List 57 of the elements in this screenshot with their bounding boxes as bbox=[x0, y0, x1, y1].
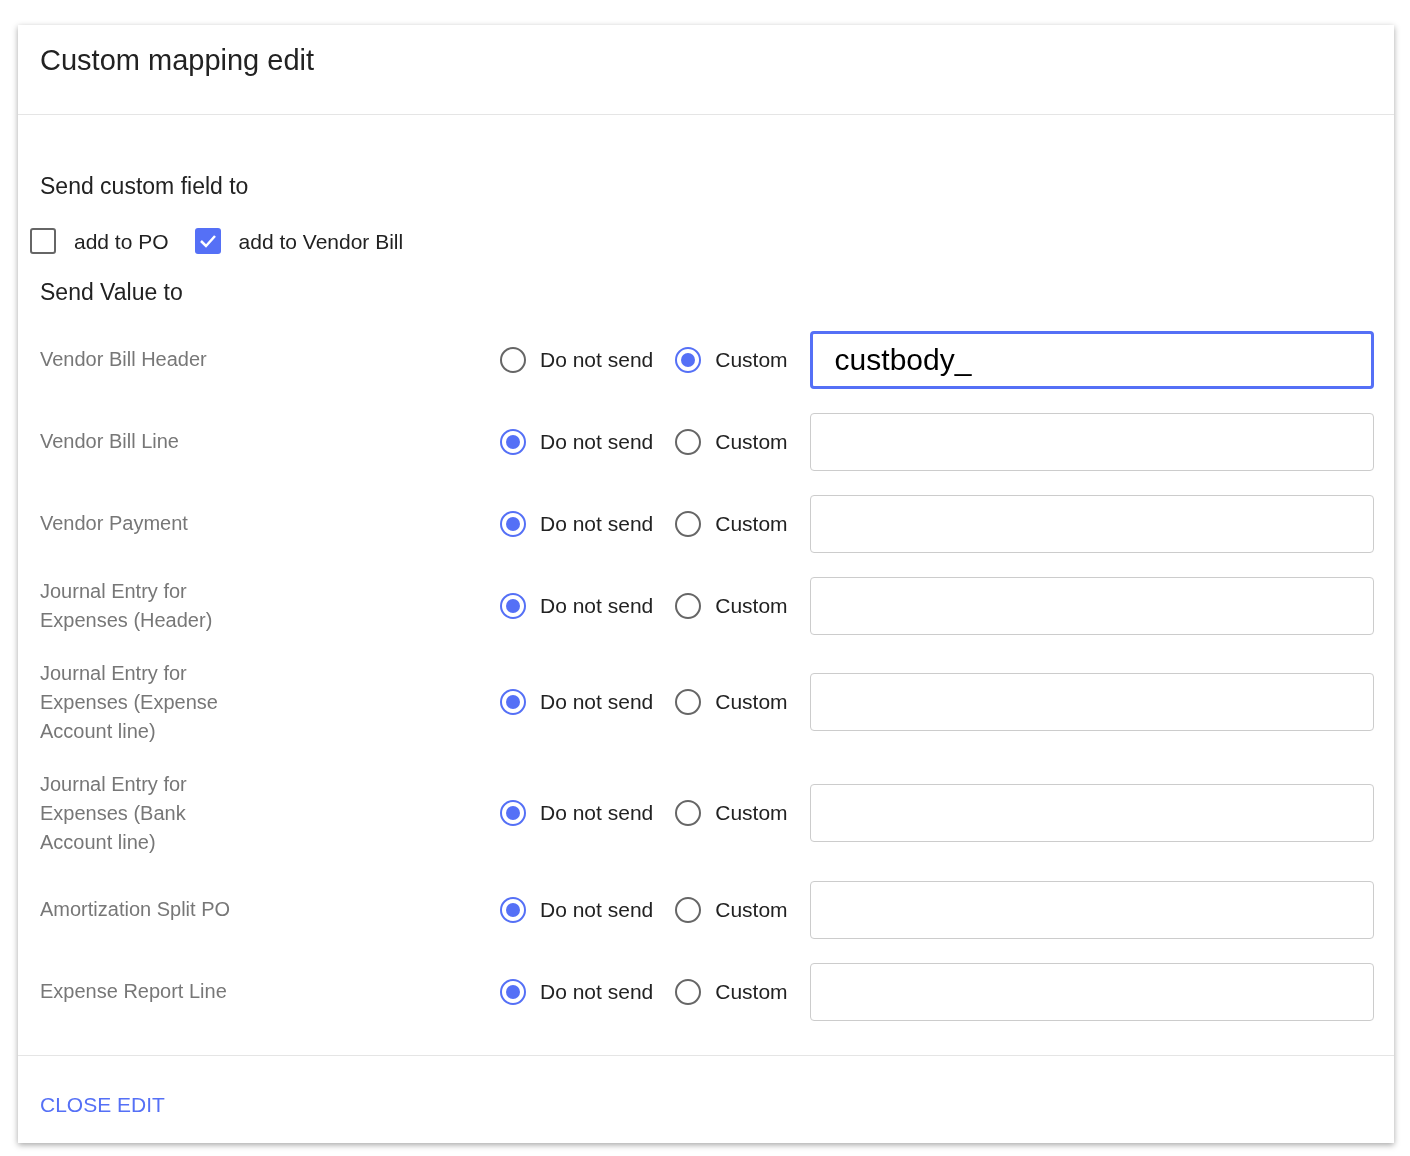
row-label: Vendor Payment bbox=[40, 511, 189, 536]
radio-button[interactable] bbox=[675, 428, 702, 455]
radio-button[interactable] bbox=[500, 689, 526, 715]
input-field[interactable] bbox=[809, 576, 1374, 635]
row-label: Vendor Bill Line bbox=[40, 429, 180, 454]
row-label: Expense Report Line bbox=[40, 979, 228, 1004]
dialog-title: Custom mapping edit bbox=[40, 43, 316, 78]
row-label: Journal Entry for Expenses (Bank Account line) bbox=[40, 771, 188, 855]
row-label: Journal Entry for Expenses (Header) bbox=[40, 578, 214, 633]
radio-label: Do not send bbox=[540, 510, 654, 537]
section-heading: Send Value to bbox=[40, 278, 183, 307]
radio-label: Custom bbox=[715, 689, 788, 716]
radio-label: Custom bbox=[715, 896, 788, 923]
input-field[interactable] bbox=[809, 412, 1374, 471]
radio-label: Do not send bbox=[540, 428, 654, 455]
radio-label: Custom bbox=[715, 510, 788, 537]
row-label: Vendor Bill Header bbox=[40, 347, 208, 372]
radio-label: Custom bbox=[715, 428, 788, 455]
checkmark-icon bbox=[198, 234, 217, 249]
section-heading: Send custom field to bbox=[40, 172, 249, 201]
checkbox[interactable] bbox=[30, 228, 56, 255]
radio-label: Do not send bbox=[540, 978, 654, 1005]
input-field[interactable] bbox=[809, 880, 1374, 939]
checkbox-label: add to Vendor Bill bbox=[238, 228, 404, 255]
input-field[interactable]: custbody_ bbox=[809, 330, 1374, 389]
radio-label: Custom bbox=[715, 800, 788, 827]
radio-button[interactable] bbox=[675, 592, 702, 619]
radio-button[interactable] bbox=[675, 346, 702, 373]
radio-label: Custom bbox=[715, 592, 788, 619]
radio-button[interactable] bbox=[675, 510, 702, 537]
radio-label: Custom bbox=[715, 346, 788, 373]
radio-button[interactable] bbox=[675, 896, 702, 923]
radio-label: Do not send bbox=[540, 800, 654, 827]
input-field[interactable] bbox=[809, 673, 1374, 731]
row-label: Journal Entry for Expenses (Expense Account line) bbox=[40, 660, 219, 744]
radio-label: Do not send bbox=[540, 689, 654, 716]
input-field[interactable] bbox=[809, 962, 1374, 1021]
input-field[interactable] bbox=[809, 494, 1374, 553]
radio-label: Do not send bbox=[540, 896, 654, 923]
radio-label: Do not send bbox=[540, 592, 654, 619]
close-edit-button[interactable]: CLOSE EDIT bbox=[40, 1078, 165, 1121]
checkbox[interactable] bbox=[194, 228, 221, 255]
input-field[interactable] bbox=[809, 784, 1374, 842]
radio-button[interactable] bbox=[500, 978, 526, 1005]
radio-button[interactable] bbox=[675, 800, 702, 826]
radio-button[interactable] bbox=[675, 978, 702, 1005]
radio-button[interactable] bbox=[500, 346, 526, 373]
checkbox-label: add to PO bbox=[74, 228, 169, 255]
radio-button[interactable] bbox=[500, 896, 526, 923]
radio-button[interactable] bbox=[500, 800, 526, 826]
radio-button[interactable] bbox=[500, 510, 526, 537]
radio-button[interactable] bbox=[500, 592, 526, 619]
radio-button[interactable] bbox=[675, 689, 702, 715]
radio-button[interactable] bbox=[500, 428, 526, 455]
row-label: Amortization Split PO bbox=[40, 897, 232, 922]
radio-label: Do not send bbox=[540, 346, 654, 373]
radio-label: Custom bbox=[715, 978, 788, 1005]
